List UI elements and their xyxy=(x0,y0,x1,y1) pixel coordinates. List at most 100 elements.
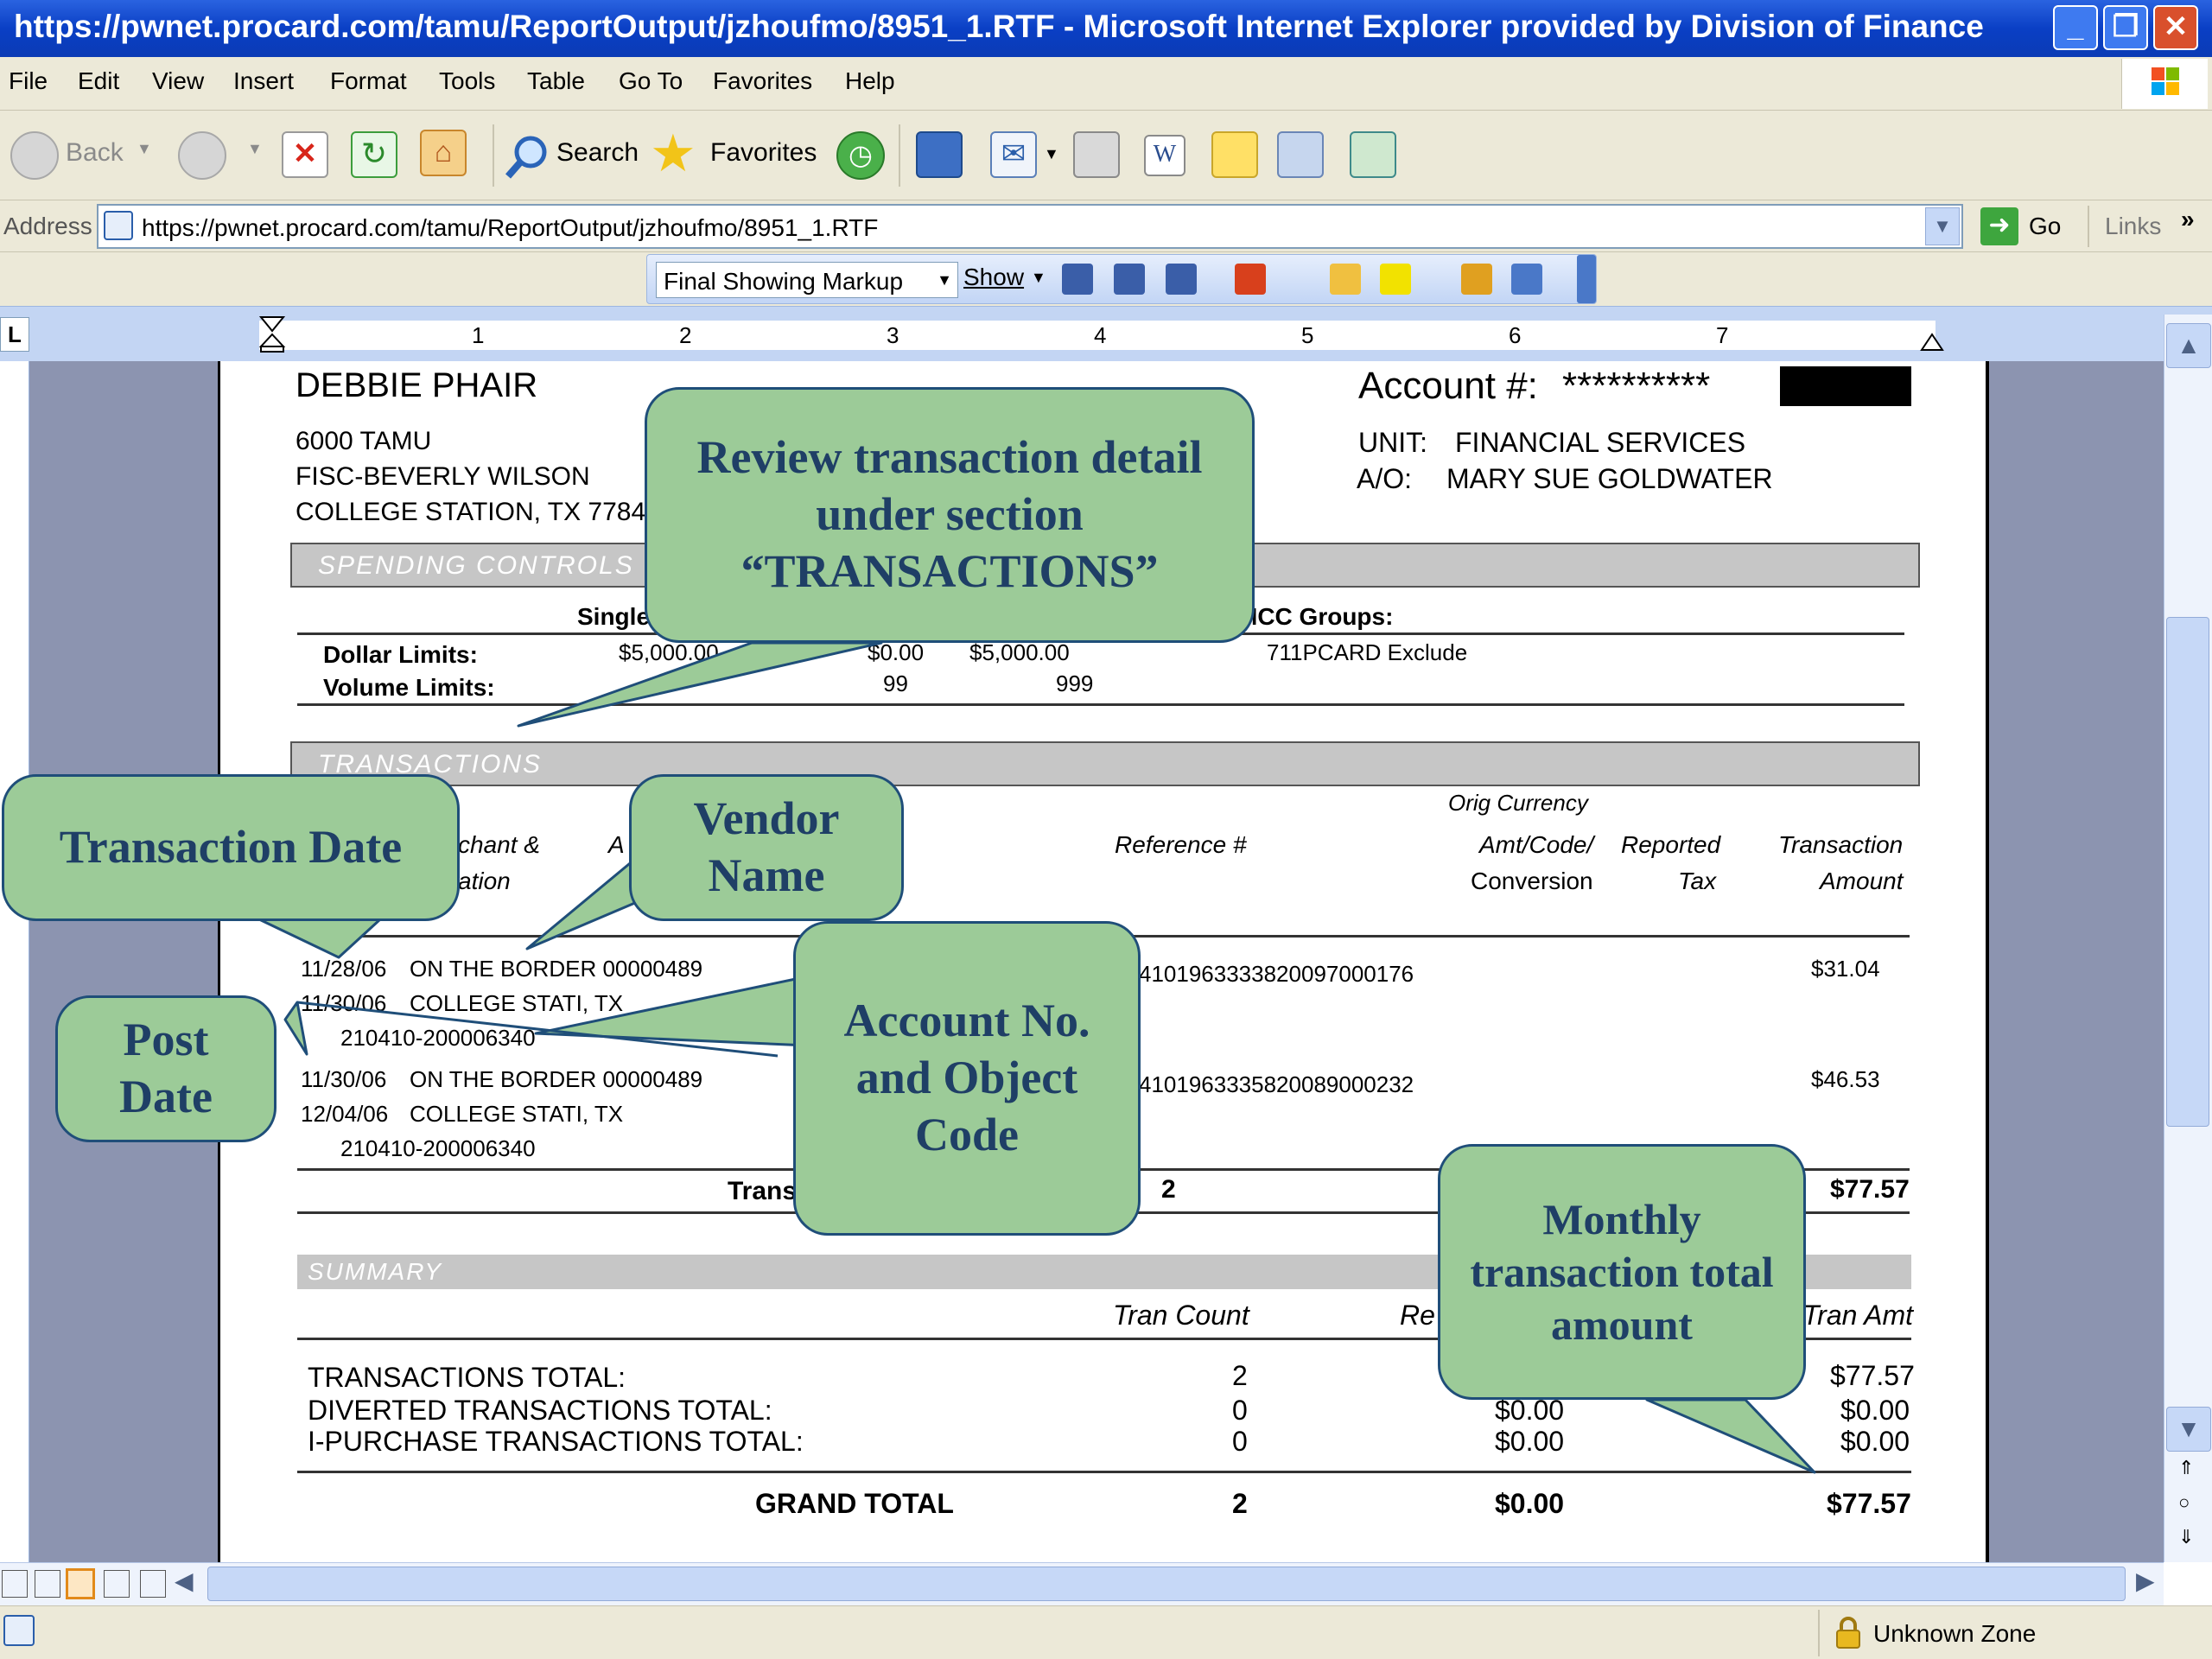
merchant-header-b: ation xyxy=(458,868,511,894)
vendor-name-callout: Vendor Name xyxy=(629,774,904,921)
forward-icon[interactable] xyxy=(178,131,226,180)
indent-marker-icon[interactable] xyxy=(257,315,287,353)
mail-icon[interactable]: ✉ xyxy=(990,131,1037,178)
print-layout-icon[interactable] xyxy=(66,1568,95,1599)
reading-layout-icon[interactable] xyxy=(140,1570,166,1598)
back-icon[interactable] xyxy=(10,131,59,180)
previous-change-icon[interactable] xyxy=(1062,264,1093,295)
scroll-right-icon[interactable]: ▶ xyxy=(2136,1567,2155,1595)
account-object-code: 210410-200006340 xyxy=(340,1135,536,1161)
ruler-mark: 4 xyxy=(1094,322,1107,348)
track-changes-icon[interactable] xyxy=(1461,264,1492,295)
address-line-1: 6000 TAMU xyxy=(296,427,432,455)
reject-change-icon[interactable] xyxy=(1235,264,1266,295)
vertical-scrollbar[interactable]: ▲ ▼ ⇑ ○ ⇓ xyxy=(2164,315,2212,1562)
show-menu[interactable]: Show xyxy=(963,264,1024,291)
print-icon[interactable] xyxy=(1073,131,1120,178)
monthly-total-callout: Monthly transaction total amount xyxy=(1438,1144,1806,1400)
home-icon[interactable]: ⌂ xyxy=(420,130,467,176)
markup-select[interactable]: Final Showing Markup ▼ xyxy=(656,262,958,298)
reviewing-pane-icon[interactable] xyxy=(1511,264,1542,295)
next-page-icon[interactable]: ⇓ xyxy=(2178,1526,2194,1548)
forward-dropdown-icon[interactable]: ▼ xyxy=(247,140,263,158)
menu-edit[interactable]: Edit xyxy=(78,67,119,95)
menu-file[interactable]: File xyxy=(9,67,48,95)
favorites-button[interactable]: Favorites xyxy=(710,138,817,168)
ruler-mark: 1 xyxy=(472,322,485,348)
cardholder-name: DEBBIE PHAIR xyxy=(296,366,538,404)
scroll-down-button[interactable]: ▼ xyxy=(2166,1407,2211,1452)
menu-tools[interactable]: Tools xyxy=(439,67,495,95)
links-button[interactable]: Links xyxy=(2105,213,2161,240)
horizontal-scrollbar[interactable]: ◀ ▶ xyxy=(0,1562,2164,1605)
minimize-button[interactable]: _ xyxy=(2053,5,2098,50)
media-icon[interactable] xyxy=(916,131,963,178)
show-dropdown-icon[interactable]: ▼ xyxy=(1031,269,1046,287)
previous-page-icon[interactable]: ⇑ xyxy=(2178,1457,2194,1479)
next-change-icon[interactable] xyxy=(1114,264,1145,295)
menu-format[interactable]: Format xyxy=(330,67,407,95)
toolbar-options-icon[interactable] xyxy=(1577,255,1596,303)
word-icon[interactable]: W xyxy=(1144,135,1185,176)
research-icon[interactable] xyxy=(1277,131,1324,178)
search-icon[interactable] xyxy=(503,131,551,180)
note-icon[interactable] xyxy=(1211,131,1258,178)
menu-view[interactable]: View xyxy=(152,67,204,95)
page-status-icon xyxy=(3,1615,35,1646)
mcc-groups-header: MCC Groups: xyxy=(1237,603,1394,630)
scroll-left-icon[interactable]: ◀ xyxy=(175,1567,194,1595)
summary-count: 0 xyxy=(1232,1426,1248,1457)
go-button[interactable]: Go xyxy=(2029,213,2061,240)
menu-goto[interactable]: Go To xyxy=(619,67,683,95)
title-bar[interactable]: https://pwnet.procard.com/tamu/ReportOut… xyxy=(0,0,2212,57)
summary-count: 0 xyxy=(1232,1395,1248,1426)
close-button[interactable]: ✕ xyxy=(2153,5,2198,50)
stop-icon[interactable]: ✕ xyxy=(282,131,328,178)
post-date: 11/30/06 xyxy=(301,990,387,1016)
tab-selector[interactable]: L xyxy=(0,317,29,352)
transactions-header: TRANSACTIONS xyxy=(290,741,1920,786)
right-indent-marker-icon[interactable] xyxy=(1920,333,1944,352)
accept-change-icon[interactable] xyxy=(1166,264,1197,295)
transaction-date: 11/28/06 xyxy=(301,956,387,982)
reported-header: Reported xyxy=(1621,831,1721,858)
menu-insert[interactable]: Insert xyxy=(233,67,294,95)
account-label: Account #: xyxy=(1358,365,1538,407)
scroll-up-button[interactable]: ▲ xyxy=(2166,323,2211,368)
horizontal-ruler[interactable]: L 1 2 3 4 5 6 7 xyxy=(0,306,2212,361)
outline-view-icon[interactable] xyxy=(104,1570,130,1598)
restore-button[interactable]: ❐ xyxy=(2103,5,2148,50)
address-input[interactable]: https://pwnet.procard.com/tamu/ReportOut… xyxy=(97,204,1963,249)
chevron-down-icon[interactable]: ▼ xyxy=(937,271,952,289)
favorites-star-icon[interactable]: ★ xyxy=(650,128,703,181)
ruler-mark: 3 xyxy=(887,322,899,348)
select-browse-object-icon[interactable]: ○ xyxy=(2178,1491,2190,1514)
mail-dropdown-icon[interactable]: ▼ xyxy=(1044,145,1059,163)
address-bar: Address https://pwnet.procard.com/tamu/R… xyxy=(0,200,2212,252)
highlight-icon[interactable] xyxy=(1380,264,1411,295)
address-dropdown-icon[interactable]: ▼ xyxy=(1925,207,1960,245)
web-layout-icon[interactable] xyxy=(35,1570,60,1598)
normal-view-icon[interactable] xyxy=(2,1570,28,1598)
new-comment-icon[interactable] xyxy=(1330,264,1361,295)
menu-help[interactable]: Help xyxy=(845,67,895,95)
history-icon[interactable]: ◷ xyxy=(836,131,885,180)
chevron-right-icon[interactable]: » xyxy=(2181,206,2195,233)
back-dropdown-icon[interactable]: ▼ xyxy=(137,140,152,158)
messenger-icon[interactable] xyxy=(1350,131,1396,178)
refresh-icon[interactable]: ↻ xyxy=(351,131,397,178)
reference-number: 4101963333820097000176 xyxy=(1139,961,1414,987)
ao-label: A/O: xyxy=(1357,463,1413,494)
vertical-ruler xyxy=(0,361,29,1562)
dollar-limit-monthly: $5,000.00 xyxy=(969,639,1070,665)
vertical-scroll-thumb[interactable] xyxy=(2166,617,2209,1127)
vendor-city: COLLEGE STATI, TX xyxy=(410,1101,624,1127)
search-button[interactable]: Search xyxy=(556,138,639,168)
menu-table[interactable]: Table xyxy=(527,67,585,95)
horizontal-scroll-thumb[interactable] xyxy=(207,1567,2126,1601)
transactions-total-amount: $77.57 xyxy=(1830,1175,1910,1204)
go-arrow-icon[interactable]: ➜ xyxy=(1980,207,2018,245)
transactions-total-label: Trans xyxy=(728,1177,798,1205)
menu-favorites[interactable]: Favorites xyxy=(713,67,812,95)
back-label[interactable]: Back xyxy=(66,138,124,168)
